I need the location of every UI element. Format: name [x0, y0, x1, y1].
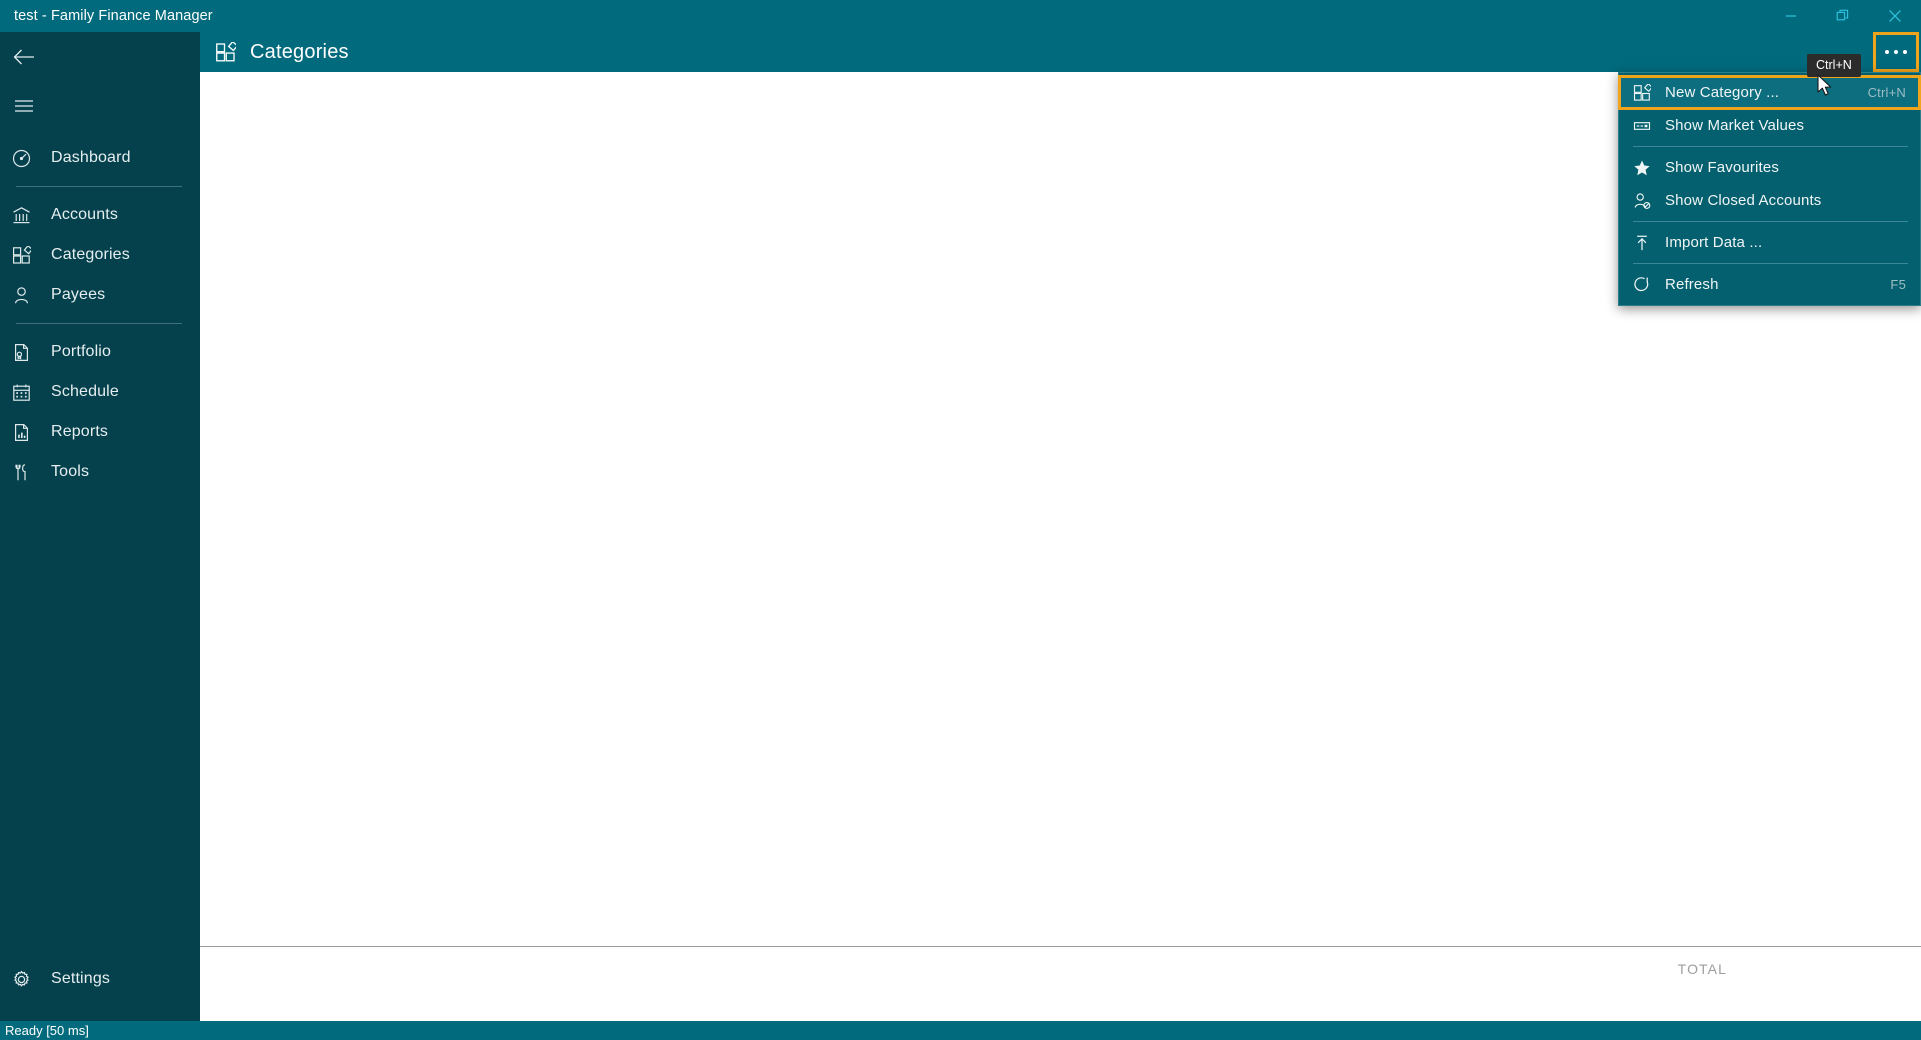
person-blocked-icon — [1619, 192, 1665, 210]
application-window: test - Family Finance Manager Dashboard … — [0, 0, 1921, 1040]
hamburger-icon — [15, 100, 33, 112]
categories-grid-icon — [215, 41, 241, 63]
menu-item-import-data[interactable]: Import Data ... — [1619, 226, 1920, 259]
menu-item-shortcut: Ctrl+N — [1867, 85, 1906, 100]
menu-item-label: Import Data ... — [1665, 234, 1763, 251]
hamburger-menu-button[interactable] — [0, 84, 48, 128]
sidebar-item-schedule[interactable]: Schedule — [0, 372, 200, 412]
menu-item-label: New Category ... — [1665, 84, 1780, 101]
menu-item-label: Show Closed Accounts — [1665, 192, 1822, 209]
sidebar-item-dashboard[interactable]: Dashboard — [0, 138, 200, 178]
dashboard-gauge-icon — [12, 149, 42, 168]
sidebar-item-label: Portfolio — [51, 343, 112, 360]
overflow-menu-button[interactable] — [1873, 32, 1919, 72]
tools-icon — [12, 463, 42, 482]
restore-icon — [1836, 9, 1849, 21]
menu-divider-2 — [1633, 221, 1908, 222]
sidebar-item-accounts[interactable]: Accounts — [0, 195, 200, 235]
close-icon — [1889, 10, 1901, 22]
title-bar: test - Family Finance Manager — [0, 0, 1921, 32]
total-label: TOTAL — [1677, 961, 1727, 977]
minimize-icon — [1786, 15, 1796, 17]
refresh-icon — [1619, 276, 1665, 294]
sidebar-item-label: Dashboard — [51, 149, 131, 166]
menu-item-refresh[interactable]: Refresh F5 — [1619, 268, 1920, 301]
back-button[interactable] — [0, 35, 48, 79]
sidebar-item-label: Settings — [51, 970, 111, 987]
sidebar-item-reports[interactable]: Reports — [0, 412, 200, 452]
menu-divider-3 — [1633, 263, 1908, 264]
sidebar-item-label: Tools — [51, 463, 90, 480]
sidebar-item-settings[interactable]: Settings — [0, 959, 200, 999]
sidebar-item-portfolio[interactable]: Portfolio — [0, 332, 200, 372]
sidebar: Dashboard Accounts Categories Payees Por… — [0, 32, 200, 1021]
menu-item-show-favourites[interactable]: Show Favourites — [1619, 151, 1920, 184]
menu-item-label: Show Favourites — [1665, 159, 1779, 176]
page-header: Categories — [200, 32, 1921, 72]
status-bar: Ready [50 ms] — [0, 1021, 1921, 1040]
sidebar-item-label: Accounts — [51, 206, 119, 223]
total-row: TOTAL — [200, 946, 1921, 991]
menu-item-show-market-values[interactable]: Show Market Values — [1619, 109, 1920, 142]
sidebar-item-categories[interactable]: Categories — [0, 235, 200, 275]
person-icon — [12, 286, 42, 305]
sidebar-item-label: Categories — [51, 246, 130, 263]
sidebar-item-payees[interactable]: Payees — [0, 275, 200, 315]
sidebar-item-label: Schedule — [51, 383, 119, 400]
ellipsis-icon — [1885, 50, 1907, 54]
sidebar-nav: Dashboard Accounts Categories Payees Por… — [0, 138, 200, 492]
categories-grid-icon — [12, 245, 42, 265]
shortcut-tooltip: Ctrl+N — [1807, 54, 1861, 77]
report-chart-icon — [12, 423, 42, 442]
close-button[interactable] — [1869, 0, 1921, 32]
window-title: test - Family Finance Manager — [14, 8, 213, 24]
document-seal-icon — [12, 343, 42, 362]
gear-icon — [12, 970, 42, 989]
menu-item-label: Show Market Values — [1665, 117, 1805, 134]
back-arrow-icon — [13, 49, 34, 65]
calendar-icon — [12, 383, 42, 402]
menu-item-shortcut: F5 — [1890, 277, 1906, 292]
sidebar-item-label: Reports — [51, 423, 109, 440]
menu-item-label: Refresh — [1665, 276, 1719, 293]
categories-grid-icon — [1619, 83, 1665, 102]
menu-divider-1 — [1633, 146, 1908, 147]
menu-item-new-category[interactable]: New Category ... Ctrl+N — [1618, 75, 1921, 110]
star-icon — [1619, 159, 1665, 177]
sidebar-divider-1 — [16, 186, 182, 187]
import-arrow-icon — [1619, 234, 1665, 252]
bank-icon — [12, 206, 42, 225]
overflow-dropdown-menu: New Category ... Ctrl+N Show Market Valu… — [1618, 72, 1921, 306]
market-values-icon — [1619, 117, 1665, 135]
minimize-button[interactable] — [1765, 0, 1817, 32]
sidebar-item-label: Payees — [51, 286, 106, 303]
sidebar-item-tools[interactable]: Tools — [0, 452, 200, 492]
sidebar-divider-2 — [16, 323, 182, 324]
menu-item-show-closed-accounts[interactable]: Show Closed Accounts — [1619, 184, 1920, 217]
restore-button[interactable] — [1817, 0, 1869, 32]
page-title: Categories — [250, 40, 349, 63]
status-text: Ready [50 ms] — [5, 1023, 89, 1038]
